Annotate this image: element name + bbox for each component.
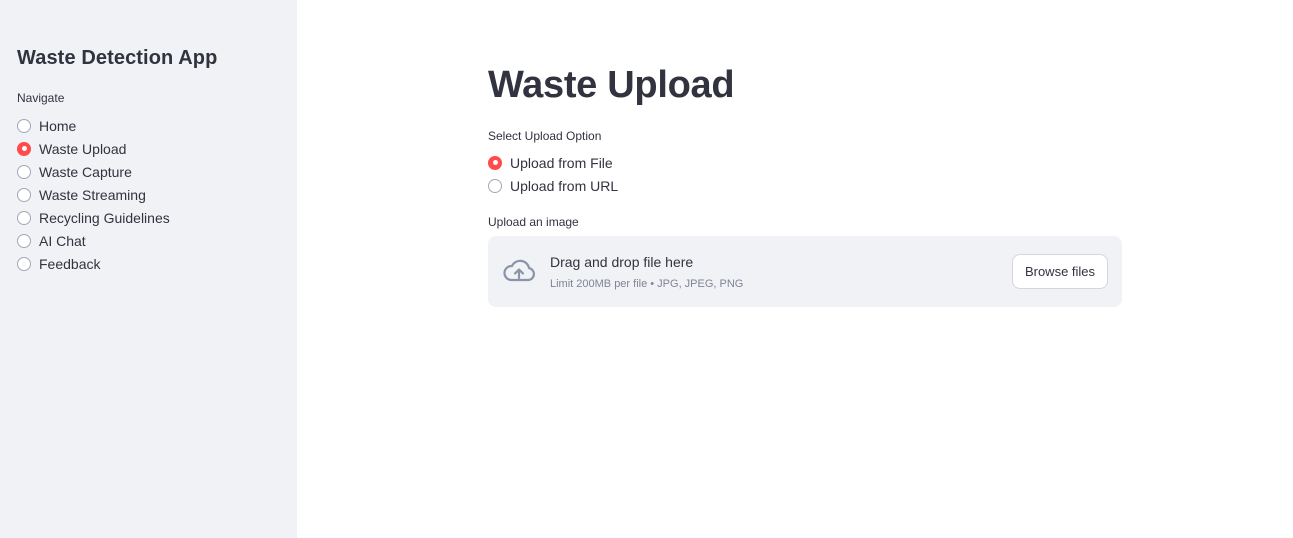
radio-button-selected[interactable]	[488, 155, 502, 170]
radio-button[interactable]	[17, 210, 31, 225]
radio-button[interactable]	[17, 256, 31, 271]
cloud-upload-icon	[503, 259, 535, 282]
page-title: Waste Upload	[488, 64, 735, 106]
nav-item-label: Recycling Guidelines	[39, 209, 170, 226]
nav-radio-group: Home Waste Upload Waste Capture Waste St…	[17, 114, 170, 275]
upload-option-label: Select Upload Option	[488, 129, 602, 143]
radio-button[interactable]	[17, 187, 31, 202]
radio-button[interactable]	[17, 118, 31, 133]
radio-button[interactable]	[488, 178, 502, 193]
nav-item-label: Waste Streaming	[39, 186, 146, 203]
nav-item-label: Home	[39, 117, 77, 134]
sidebar-title: Waste Detection App	[17, 47, 218, 69]
sidebar: Waste Detection App Navigate Home Waste …	[0, 0, 297, 538]
nav-item-label: Waste Upload	[39, 140, 127, 157]
radio-button[interactable]	[17, 233, 31, 248]
nav-item-waste-capture[interactable]: Waste Capture	[17, 160, 170, 183]
option-upload-from-file[interactable]: Upload from File	[488, 151, 618, 174]
nav-item-waste-streaming[interactable]: Waste Streaming	[17, 183, 170, 206]
dropzone-limit-text: Limit 200MB per file • JPG, JPEG, PNG	[550, 278, 744, 290]
app: Waste Detection App Navigate Home Waste …	[0, 0, 1293, 538]
nav-item-label: AI Chat	[39, 232, 86, 249]
nav-item-recycling-guidelines[interactable]: Recycling Guidelines	[17, 206, 170, 229]
radio-button[interactable]	[17, 164, 31, 179]
nav-item-home[interactable]: Home	[17, 114, 170, 137]
nav-item-feedback[interactable]: Feedback	[17, 252, 170, 275]
uploader-label: Upload an image	[488, 215, 579, 229]
browse-files-button[interactable]: Browse files	[1012, 254, 1108, 289]
nav-label: Navigate	[17, 91, 65, 105]
nav-item-label: Feedback	[39, 255, 101, 272]
dropzone-instructions: Drag and drop file here	[550, 254, 694, 270]
nav-item-label: Waste Capture	[39, 163, 132, 180]
nav-item-ai-chat[interactable]: AI Chat	[17, 229, 170, 252]
main-content: Waste Upload Select Upload Option Upload…	[297, 0, 1293, 538]
option-label: Upload from URL	[510, 177, 619, 194]
option-label: Upload from File	[510, 154, 613, 171]
radio-button-selected[interactable]	[17, 141, 31, 156]
file-dropzone[interactable]: Drag and drop file here Limit 200MB per …	[488, 236, 1122, 307]
nav-item-waste-upload[interactable]: Waste Upload	[17, 137, 170, 160]
option-upload-from-url[interactable]: Upload from URL	[488, 174, 618, 197]
upload-option-radio-group: Upload from File Upload from URL	[488, 151, 618, 197]
